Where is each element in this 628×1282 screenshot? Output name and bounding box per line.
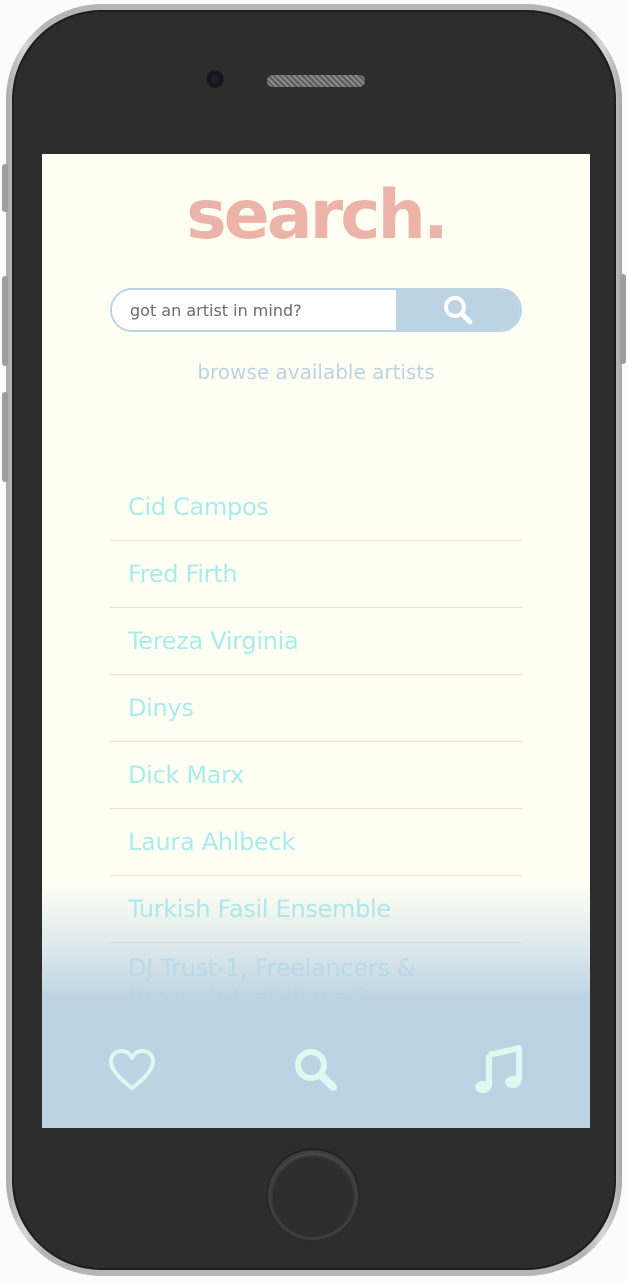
browse-artists-link[interactable]: browse available artists — [42, 360, 590, 384]
artist-item[interactable]: Cid Campos — [110, 474, 522, 541]
volume-down-button — [2, 392, 8, 482]
artist-item[interactable]: Tereza Virginia — [110, 608, 522, 675]
search-icon — [444, 296, 473, 325]
app-screen: search. browse available artists Cid Cam… — [42, 154, 590, 1128]
tab-search[interactable] — [290, 1044, 342, 1096]
artist-item[interactable]: Turkish Fasil Ensemble — [110, 876, 522, 943]
artist-item[interactable]: Fred Firth — [110, 541, 522, 608]
silent-switch — [2, 164, 8, 212]
power-button — [620, 274, 626, 364]
search-button[interactable] — [396, 290, 520, 330]
earpiece-speaker — [267, 75, 365, 87]
front-camera — [206, 70, 224, 88]
search-input[interactable] — [112, 290, 396, 330]
tab-favorites[interactable] — [106, 1044, 158, 1096]
tab-music[interactable] — [472, 1044, 524, 1096]
artist-item[interactable]: Dinys — [110, 675, 522, 742]
artist-item[interactable]: DJ Trust-1, Freelancers & Broseph feat. … — [110, 943, 446, 1013]
search-bar — [110, 288, 522, 332]
heart-icon — [109, 1049, 155, 1090]
home-button[interactable] — [268, 1150, 358, 1240]
volume-up-button — [2, 276, 8, 366]
page-title: search. — [186, 176, 449, 255]
artist-list: Cid Campos Fred Firth Tereza Virginia Di… — [110, 474, 522, 1013]
tab-bar — [42, 1044, 590, 1104]
artist-item[interactable]: Dick Marx — [110, 742, 522, 809]
search-icon — [295, 1049, 337, 1091]
artist-item[interactable]: Laura Ahlbeck — [110, 809, 522, 876]
music-note-icon — [475, 1045, 522, 1093]
